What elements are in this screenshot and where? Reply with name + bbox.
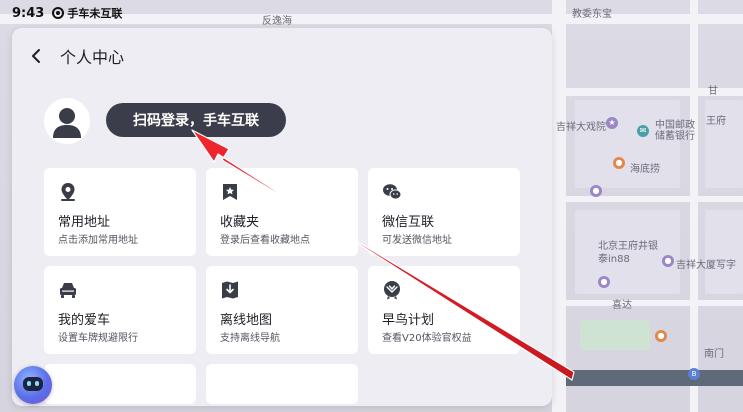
map-label: 教委东宝 [572, 9, 612, 20]
card-title: 常用地址 [58, 215, 111, 230]
card-my-car[interactable]: 我的爱车 设置车牌规避限行 [44, 266, 196, 354]
back-button[interactable] [12, 28, 60, 84]
card-wechat-link[interactable]: 微信互联 可发送微信地址 [368, 168, 520, 256]
user-avatar-icon [53, 108, 81, 138]
phone-link-icon [52, 7, 65, 19]
map-poi-icon[interactable]: ★ [606, 117, 618, 129]
card-common-address[interactable]: 常用地址 点击添加常用地址 [44, 168, 196, 256]
status-app-indicator: 手车未互联 [52, 5, 122, 21]
card-favorites[interactable]: 收藏夹 登录后查看收藏地点 [206, 168, 358, 256]
card-subtitle: 支持离线导航 [220, 333, 280, 344]
card-title: 我的爱车 [58, 313, 111, 328]
map-label: 南门 [704, 349, 724, 360]
download-map-icon [222, 281, 238, 299]
page-title: 个人中心 [60, 48, 125, 67]
chevron-left-icon [32, 49, 40, 63]
card-title: 离线地图 [220, 313, 273, 328]
card-more[interactable] [206, 364, 358, 404]
card-title: 微信互联 [382, 215, 435, 230]
status-time: 9:43 [12, 5, 45, 21]
map-poi-icon[interactable]: ● [655, 330, 667, 342]
voice-assistant-button[interactable] [14, 366, 52, 404]
card-offline-map[interactable]: 离线地图 支持离线导航 [206, 266, 358, 354]
map-poi-icon[interactable]: ● [598, 276, 610, 288]
personal-center-panel: 个人中心 扫码登录，手车互联 常用地址 点击添加常用地址 收藏夹 登录后查看收藏… [12, 28, 552, 406]
status-app-name: 手车未互联 [67, 7, 123, 20]
map-poi-icon[interactable]: ● [590, 185, 602, 197]
card-subtitle: 查看V20体验官权益 [382, 333, 472, 344]
map-label: 北京王府井银泰in88 [598, 241, 658, 265]
car-icon [60, 283, 76, 298]
map-poi-icon[interactable]: ✉ [637, 125, 649, 137]
map-label: 海底捞 [630, 164, 660, 175]
avatar[interactable] [44, 98, 90, 144]
card-title: 收藏夹 [220, 215, 260, 230]
card-more[interactable] [44, 364, 196, 404]
panel-header: 个人中心 [12, 28, 552, 84]
map-label: 喜达 [612, 300, 632, 311]
card-subtitle: 点击添加常用地址 [58, 235, 138, 246]
status-bar: 9:43 手车未互联 [12, 4, 122, 22]
map-poi-icon[interactable]: ● [662, 255, 674, 267]
card-title: 早鸟计划 [382, 313, 435, 328]
location-pin-icon [61, 183, 75, 201]
map-poi-icon[interactable]: B [688, 368, 700, 380]
map-label: 王府 [706, 116, 726, 127]
card-early-bird[interactable]: 早鸟计划 查看V20体验官权益 [368, 266, 520, 354]
card-subtitle: 可发送微信地址 [382, 235, 452, 246]
map-label: 中国邮政储蓄银行 [655, 120, 695, 142]
bookmark-star-icon [223, 184, 237, 200]
card-subtitle: 登录后查看收藏地点 [220, 235, 310, 246]
map-label: 甘 [708, 86, 718, 97]
map-label: 吉祥大戏院 [556, 122, 606, 133]
robot-assistant-icon [23, 377, 43, 391]
card-subtitle: 设置车牌规避限行 [58, 333, 138, 344]
map-label: 反逸海 [262, 16, 292, 27]
early-bird-badge-icon [384, 281, 400, 300]
map-label: 吉祥大厦写字 [676, 260, 736, 271]
map-poi-icon[interactable]: ● [613, 157, 625, 169]
wechat-icon [383, 184, 402, 200]
qr-login-button[interactable]: 扫码登录，手车互联 [106, 103, 286, 137]
